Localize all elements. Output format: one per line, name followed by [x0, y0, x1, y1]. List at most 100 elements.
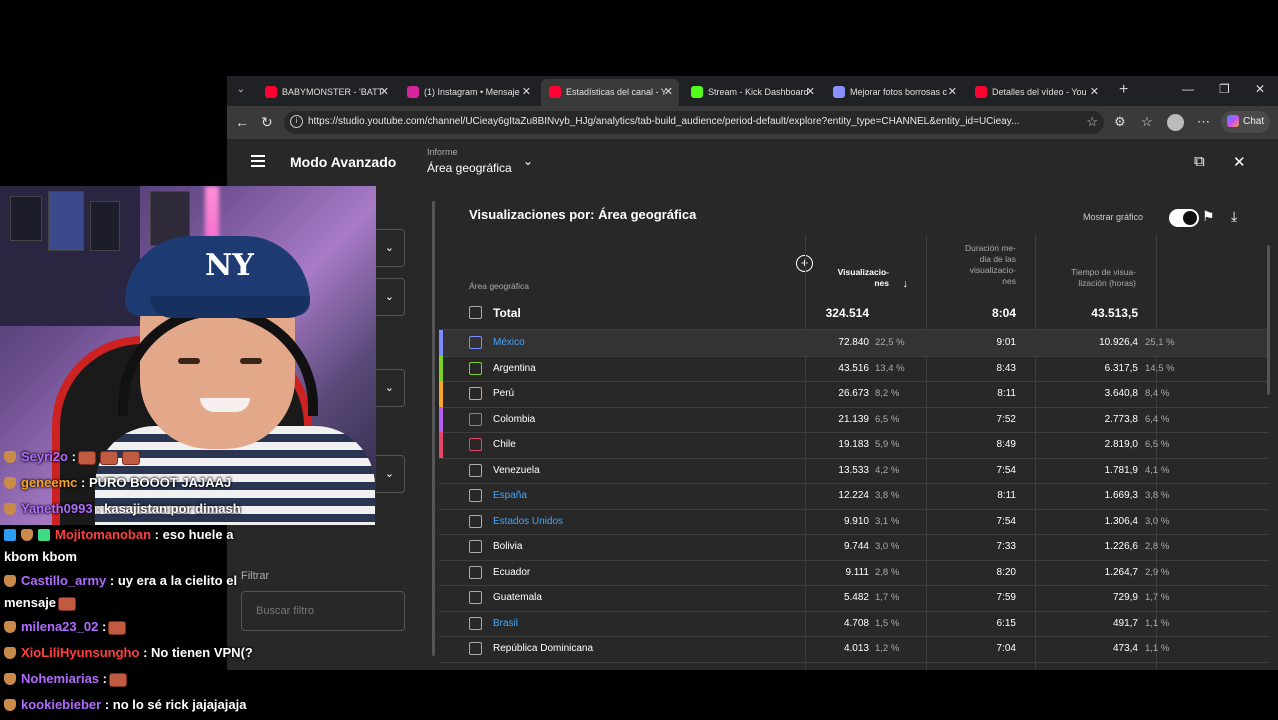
row-checkbox[interactable]: [469, 616, 482, 630]
chat-message: XioLiliHyunsungho : No tienen VPN(?: [4, 642, 266, 664]
table-row[interactable]: Colombia 21.139 6,5 % 7:52 2.773,8 6,4 %: [439, 406, 1269, 432]
column-header-avg-duration[interactable]: Duración me-dia de las visualizacio-nes: [929, 243, 1016, 287]
chat-message: Castillo_army : uy era a la cielito el m…: [4, 570, 266, 614]
row-checkbox[interactable]: [469, 591, 482, 604]
minimize-icon[interactable]: —: [1182, 82, 1194, 96]
feedback-icon[interactable]: ⧉: [1194, 153, 1205, 170]
browser-tab[interactable]: Stream - Kick Dashboard ✕: [683, 79, 821, 106]
row-name[interactable]: Brasil: [493, 618, 518, 629]
table-row[interactable]: México 72.840 22,5 % 9:01 10.926,4 25,1 %: [439, 330, 1269, 356]
close-tab-icon[interactable]: ✕: [664, 79, 673, 106]
close-tab-icon[interactable]: ✕: [1090, 79, 1099, 106]
chevron-down-icon[interactable]: ⌄: [523, 154, 533, 168]
chat-username[interactable]: XioLiliHyunsungho: [21, 645, 139, 660]
chat-username[interactable]: geneemc: [21, 475, 77, 490]
column-header-watch-time[interactable]: Tiempo de visua-lización (horas): [1039, 267, 1136, 289]
table-row[interactable]: Chile 19.183 5,9 % 8:49 2.819,0 6,5 %: [439, 432, 1269, 458]
table-row[interactable]: Argentina 43.516 13,4 % 8:43 6.317,5 14,5 %: [439, 355, 1269, 381]
row-checkbox[interactable]: [469, 489, 482, 502]
chat-username[interactable]: kookiebieber: [21, 697, 101, 712]
row-checkbox[interactable]: [469, 540, 482, 553]
close-tab-icon[interactable]: ✕: [380, 79, 389, 106]
column-header-area[interactable]: Área geográfica: [469, 281, 529, 292]
close-window-icon[interactable]: ✕: [1255, 82, 1265, 96]
browser-tab[interactable]: Detalles del vídeo - You ✕: [967, 79, 1105, 106]
ny-logo: NY: [205, 248, 254, 283]
browser-tab[interactable]: (1) Instagram • Mensaje ✕: [399, 79, 537, 106]
browser-tab[interactable]: Mejorar fotos borrosas c ✕: [825, 79, 963, 106]
row-checkbox[interactable]: [469, 565, 482, 579]
row-name[interactable]: España: [493, 490, 527, 501]
bull-badge-icon: [4, 698, 16, 711]
url-field[interactable]: i https://studio.youtube.com/channel/UCi…: [284, 111, 1104, 134]
report-select[interactable]: Área geográfica: [427, 161, 512, 175]
row-checkbox[interactable]: [469, 336, 482, 349]
close-tab-icon[interactable]: ✕: [522, 79, 531, 106]
background-poster: [90, 201, 120, 251]
row-name[interactable]: México: [493, 337, 525, 348]
bookmark-icon[interactable]: ⚑: [1202, 208, 1215, 225]
chat-text: :: [102, 671, 108, 686]
download-icon[interactable]: ⤓: [1231, 208, 1237, 225]
browser-tab[interactable]: BABYMONSTER - 'BATTI ✕: [257, 79, 395, 106]
site-info-icon[interactable]: i: [290, 115, 303, 128]
row-checkbox[interactable]: [469, 642, 482, 655]
row-checkbox[interactable]: [469, 463, 482, 477]
hamburger-menu-icon[interactable]: [251, 155, 265, 167]
browser-tab[interactable]: Estadísticas del canal - Y ✕: [541, 79, 679, 106]
row-checkbox[interactable]: [469, 514, 482, 528]
copilot-chat-button[interactable]: Chat: [1221, 111, 1271, 133]
chat-message: kookiebieber : no lo sé rick jajajajaja: [4, 694, 266, 716]
page-title: Modo Avanzado: [290, 154, 397, 170]
table-scrollbar[interactable]: [1267, 245, 1270, 395]
table-row[interactable]: Bolivia 9.744 3,0 % 7:33 1.226,6 2,8 %: [439, 534, 1269, 560]
new-tab-plus-icon[interactable]: +: [1119, 81, 1128, 99]
row-name[interactable]: Estados Unidos: [493, 516, 563, 527]
chat-username[interactable]: Seyri2o: [21, 449, 68, 464]
chat-username[interactable]: Mojitomanoban: [55, 527, 151, 542]
watch-time-percent: 6,5 %: [1145, 439, 1170, 450]
show-chart-toggle[interactable]: [1169, 209, 1199, 227]
chat-username[interactable]: Yaneth0993: [21, 501, 93, 516]
sort-arrow-icon[interactable]: ↓: [896, 279, 909, 290]
tab-search-chevron-icon[interactable]: ⌄: [233, 82, 249, 98]
chat-username[interactable]: Castillo_army: [21, 573, 106, 588]
more-menu-icon[interactable]: ⋯: [1197, 114, 1210, 130]
back-arrow-icon[interactable]: ←: [235, 114, 249, 130]
table-row[interactable]: Guatemala 5.482 1,7 % 7:59 729,9 1,7 %: [439, 585, 1269, 611]
profile-avatar[interactable]: [1167, 114, 1184, 131]
chat-username[interactable]: milena23_02: [21, 619, 98, 634]
close-tab-icon[interactable]: ✕: [948, 79, 957, 106]
views-percent: 22,5 %: [875, 337, 905, 348]
views-percent: 1,7 %: [875, 592, 900, 603]
table-row[interactable]: España 12.224 3,8 % 8:11 1.669,3 3,8 %: [439, 483, 1269, 509]
table-row[interactable]: Venezuela 13.533 4,2 % 7:54 1.781,9 4,1 %: [439, 458, 1269, 484]
tab-title: Mejorar fotos borrosas c: [850, 87, 948, 98]
table-row[interactable]: Brasil 4.708 1,5 % 6:15 491,7 1,1 %: [439, 611, 1269, 637]
divider: [439, 661, 1269, 663]
favorites-icon[interactable]: ☆: [1141, 114, 1153, 130]
table-row[interactable]: Estados Unidos 9.910 3,1 % 7:54 1.306,4 3,0 %: [439, 509, 1269, 535]
scrollbar[interactable]: [432, 201, 435, 656]
bookmark-star-icon[interactable]: ☆: [1086, 114, 1098, 130]
views-value: 43.516: [838, 362, 869, 374]
restore-icon[interactable]: ❐: [1219, 82, 1230, 96]
close-tab-icon[interactable]: ✕: [806, 79, 815, 106]
row-checkbox[interactable]: [469, 438, 482, 451]
table-row[interactable]: Ecuador 9.111 2,8 % 8:20 1.264,7 2,9 %: [439, 560, 1269, 586]
chat-username[interactable]: Nohemiarias: [21, 671, 99, 686]
table-row-total[interactable]: Total 324.514 8:04 43.513,5: [439, 297, 1269, 329]
close-icon[interactable]: ✕: [1233, 153, 1246, 171]
table-row[interactable]: República Dominicana 4.013 1,2 % 7:04 473,4 1…: [439, 636, 1269, 662]
column-header-views[interactable]: Visualizacio-nes: [809, 267, 889, 289]
views-percent: 3,8 %: [875, 490, 900, 501]
url-text[interactable]: https://studio.youtube.com/channel/UCiea…: [308, 116, 1078, 127]
row-checkbox[interactable]: [469, 361, 482, 375]
studio-header: Modo Avanzado Informe Área geográfica ⌄ …: [227, 139, 1278, 187]
table-row[interactable]: Perú 26.673 8,2 % 8:11 3.640,8 8,4 %: [439, 381, 1269, 407]
row-checkbox[interactable]: [469, 387, 482, 400]
reload-icon[interactable]: ↻: [261, 114, 273, 131]
row-checkbox[interactable]: [469, 412, 482, 426]
extensions-icon[interactable]: ⚙: [1114, 114, 1126, 130]
row-checkbox[interactable]: [469, 306, 482, 319]
